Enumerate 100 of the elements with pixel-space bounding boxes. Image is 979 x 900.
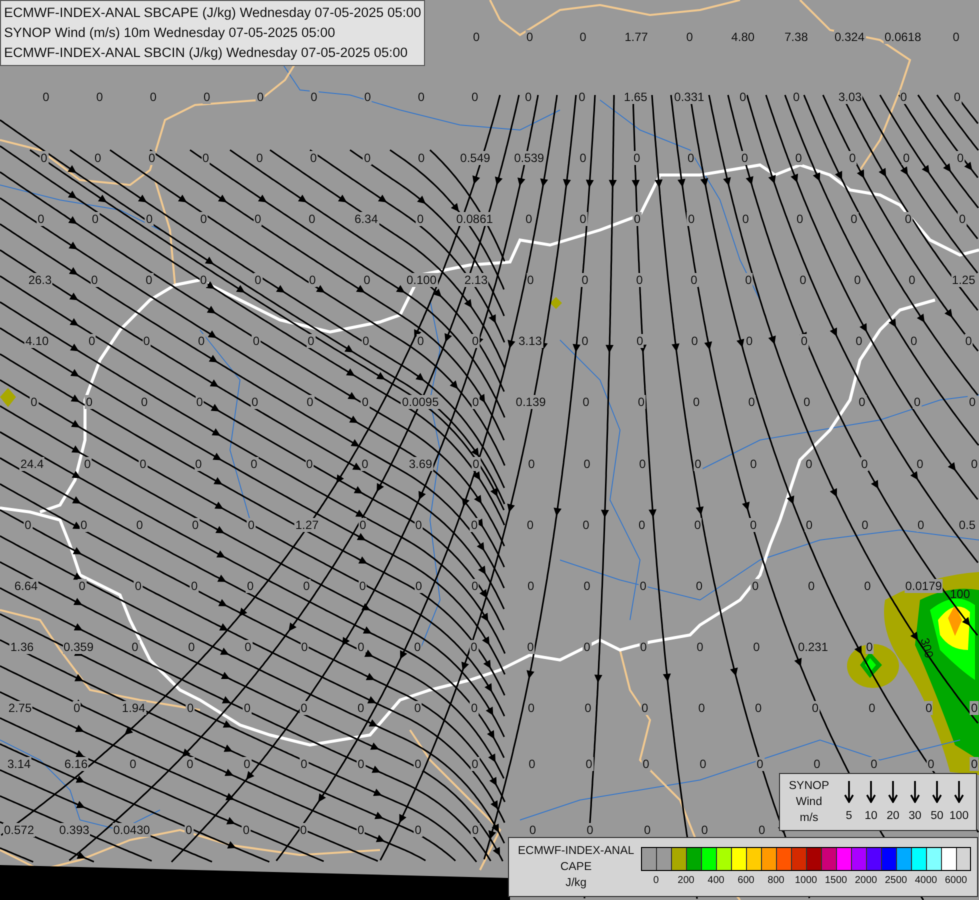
legend-title: ECMWF-INDEX-ANAL — [518, 844, 634, 859]
cape-value: 3.69 — [408, 457, 434, 471]
scale-label: 1500 — [824, 875, 848, 887]
cape-value: 0 — [642, 757, 650, 771]
scale-label: 2500 — [884, 875, 908, 887]
cape-value: 6.16 — [63, 757, 89, 771]
cape-value: 0 — [300, 757, 308, 771]
cape-value: 0 — [810, 701, 820, 715]
cape-value: 1.77 — [624, 30, 649, 44]
cape-value: 0 — [184, 823, 194, 837]
cape-value: 0 — [526, 701, 536, 715]
cape-value: 0 — [916, 457, 924, 471]
cape-value: 0 — [138, 457, 148, 471]
cape-value: 0 — [756, 757, 764, 771]
cape-value: 0 — [524, 90, 533, 104]
cape-value: 0 — [42, 90, 50, 104]
cape-value: 0 — [306, 395, 314, 409]
cape-value: 4.80 — [730, 30, 756, 44]
cape-value: 0.0430 — [112, 823, 151, 837]
cape-value: 0 — [694, 457, 702, 471]
cape-value: 0 — [145, 212, 154, 226]
cape-value: 0 — [758, 823, 766, 837]
cape-value: 0 — [584, 701, 592, 715]
cape-value: 0 — [526, 518, 535, 532]
cape-value: 0 — [749, 518, 758, 532]
scale-label: 0 — [652, 875, 660, 887]
cape-value: 0.0861 — [455, 212, 494, 226]
cape-value: 0.572 — [2, 823, 36, 837]
cape-value: 0 — [970, 701, 979, 715]
cape-value: 0 — [952, 90, 962, 104]
cape-value: 0 — [24, 518, 32, 532]
legend-title: SYNOP — [788, 779, 830, 794]
cape-value: 0 — [470, 757, 480, 771]
cape-value: 0 — [242, 701, 252, 715]
legend-title: m/s — [800, 811, 818, 826]
cape-value: 2.75 — [7, 701, 33, 715]
cape-value: 0 — [128, 757, 138, 771]
cape-value: 6.34 — [354, 212, 379, 226]
cape-value: 0 — [470, 640, 478, 654]
cape-value: 0 — [745, 334, 754, 348]
cape-value: 0 — [306, 334, 316, 348]
cape-value: 0 — [860, 518, 870, 532]
cape-value: 0 — [750, 579, 760, 593]
cape-value: 0 — [798, 273, 808, 287]
cape-value: 0 — [582, 395, 590, 409]
cape-value: 0 — [687, 212, 696, 226]
cape-value: 0 — [360, 395, 370, 409]
cape-value: 0 — [414, 823, 422, 837]
scale-label: 4000 — [914, 875, 938, 887]
cape-value: 0 — [582, 640, 592, 654]
cape-value: 0 — [356, 640, 366, 654]
cape-value: 0 — [586, 823, 594, 837]
cape-value: 0 — [926, 757, 936, 771]
cape-value: 0 — [868, 701, 876, 715]
cape-value: 0.5 — [958, 518, 977, 532]
cape-value: 0.0095 — [401, 395, 440, 409]
cape-value: 0 — [363, 151, 372, 165]
cape-value: 0 — [244, 640, 252, 654]
cape-value: 0 — [256, 90, 265, 104]
cape-value: 0 — [580, 334, 590, 348]
legend-title: Wind — [796, 795, 822, 810]
cape-value: 0 — [692, 395, 701, 409]
cape-value: 0 — [636, 395, 646, 409]
cape-value: 0 — [472, 30, 481, 44]
cape-value: 0.331 — [673, 90, 706, 104]
cape-value: 0 — [472, 457, 480, 471]
cape-value: 0 — [812, 757, 822, 771]
cape-value: 0 — [90, 212, 100, 226]
cape-value: 1.65 — [622, 90, 648, 104]
cape-value: 0 — [638, 579, 648, 593]
cape-value: 0 — [360, 457, 370, 471]
down-arrow-icon — [866, 781, 876, 803]
cape-value: 0 — [470, 518, 479, 532]
down-arrow-icon — [932, 781, 942, 803]
cape-value: 0 — [246, 518, 256, 532]
map-title-line: ECMWF-INDEX-ANAL SBCAPE (J/kg) Wednesday 07-05-2025 05:00 — [4, 4, 422, 22]
cape-value: 0 — [36, 212, 46, 226]
cape-value: 1.36 — [9, 640, 35, 654]
down-arrow-icon — [844, 781, 854, 803]
cape-value: 0 — [858, 395, 866, 409]
cape-value: 0 — [870, 757, 878, 771]
cape-value: 0 — [578, 90, 586, 104]
wind-speed-label: 10 — [864, 809, 878, 823]
cape-value: 1.94 — [120, 701, 146, 715]
cape-value: 0 — [197, 334, 206, 348]
cape-value: 0 — [970, 457, 979, 471]
cape-value: 0 — [698, 757, 708, 771]
cape-value: 0 — [254, 273, 262, 287]
map-title-line: SYNOP Wind (m/s) 10m Wednesday 07-05-2025 05:00 — [4, 24, 336, 42]
cape-value: 0 — [958, 212, 967, 226]
cape-value: 0 — [300, 701, 308, 715]
cape-value: 0 — [78, 579, 86, 593]
cape-value: 0 — [94, 151, 102, 165]
cape-value: 0 — [250, 457, 258, 471]
cape-value: 0 — [416, 212, 425, 226]
scale-label: 600 — [736, 875, 756, 887]
cape-value: 0 — [416, 90, 426, 104]
scale-label: 400 — [706, 875, 726, 887]
cape-value: 0 — [40, 151, 48, 165]
wind-speed-label: 30 — [908, 809, 922, 823]
